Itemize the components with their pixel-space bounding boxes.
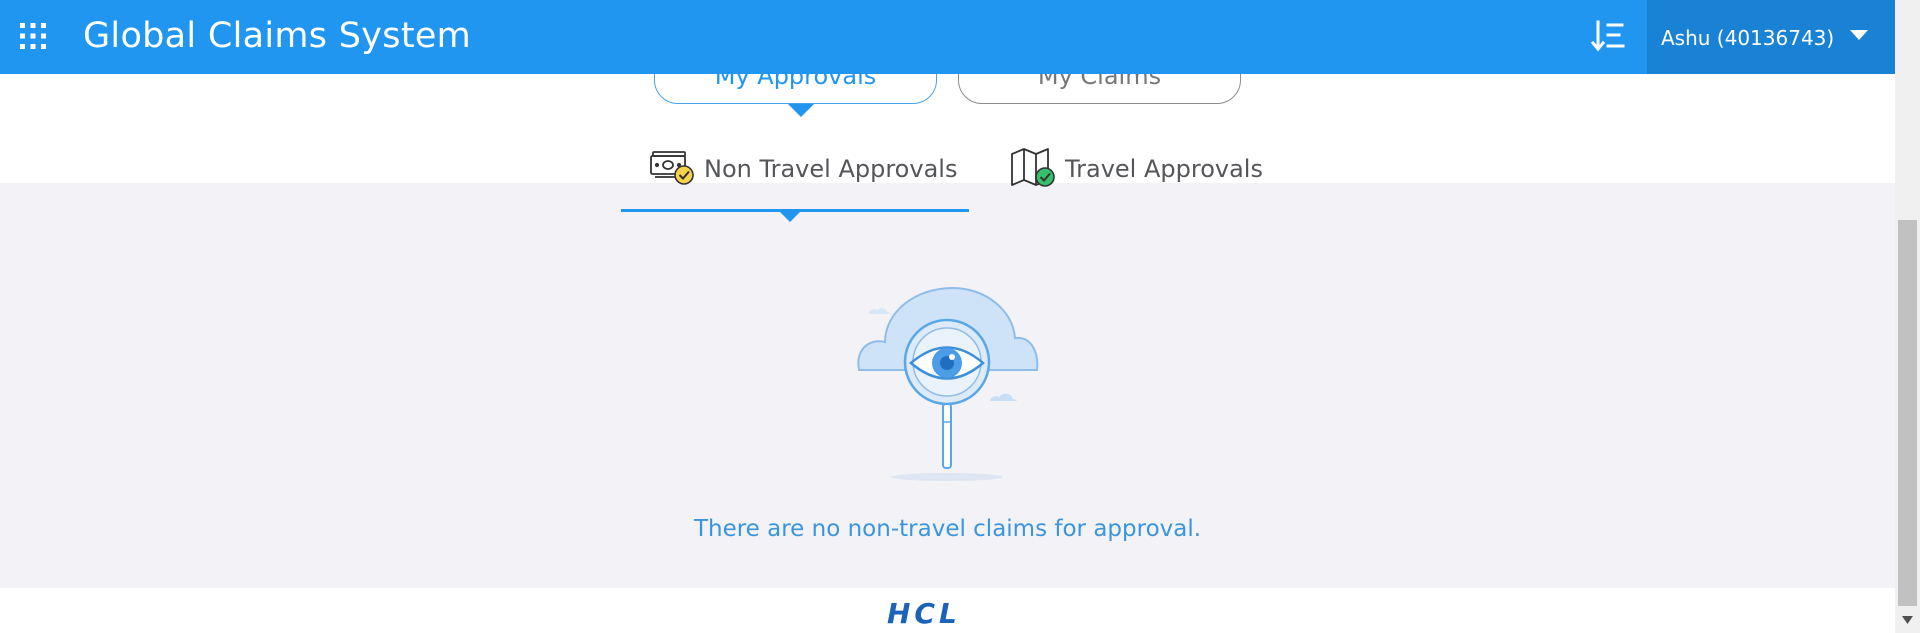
sub-tab-label: Travel Approvals [1065,155,1263,183]
grid-icon[interactable] [18,21,48,51]
caret-down-icon [1850,30,1868,40]
tab-non-travel-approvals[interactable]: Non Travel Approvals [649,146,969,190]
sort-icon[interactable] [1590,18,1626,54]
active-tab-pointer [788,104,814,117]
sub-tab-label: Non Travel Approvals [704,155,958,183]
app-window: Global Claims System Ashu (40136743) My … [0,0,1895,633]
active-subtab-pointer [779,211,801,222]
tab-travel-approvals[interactable]: Travel Approvals [1010,146,1263,190]
app-header: Global Claims System Ashu (40136743) [0,0,1895,74]
scroll-down-arrow-icon[interactable] [1900,614,1915,626]
user-menu[interactable]: Ashu (40136743) [1647,0,1895,74]
empty-state-message: There are no non-travel claims for appro… [693,516,1202,542]
map-check-icon [1011,148,1055,187]
hcl-logo: HCL [887,600,961,625]
user-name: Ashu (40136743) [1661,26,1835,50]
vertical-scrollbar[interactable] [1895,0,1920,633]
money-check-icon [650,151,694,185]
scrollbar-thumb[interactable] [1898,220,1917,606]
cloud-magnifier-eye-icon [857,286,1039,481]
hcl-logo-text: HCL [887,600,961,625]
app-title: Global Claims System [83,16,472,56]
